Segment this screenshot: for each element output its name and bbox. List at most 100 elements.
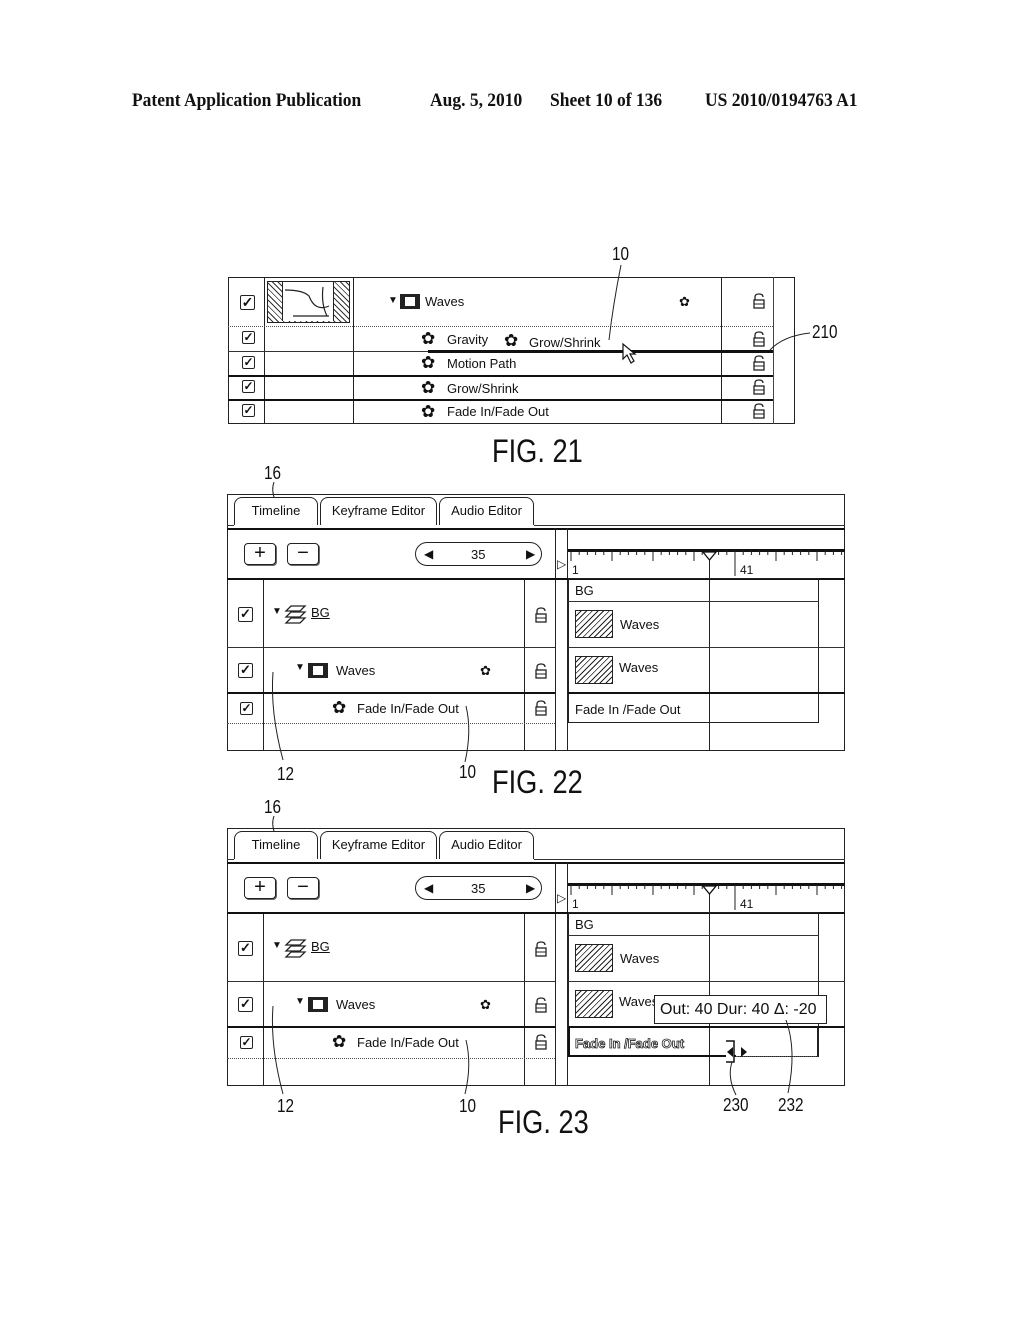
expand-icon[interactable]: ▼: [272, 607, 282, 617]
layer-label-bg[interactable]: BG: [311, 939, 330, 954]
col-divider: [263, 578, 264, 751]
trim-handle[interactable]: [724, 1040, 750, 1064]
trim-tooltip: Out: 40 Dur: 40 Δ: -20: [654, 995, 827, 1024]
ruler-label-41: 41: [740, 563, 754, 577]
track-label-fade[interactable]: Fade In /Fade Out: [575, 702, 681, 717]
behavior-label[interactable]: Motion Path: [447, 356, 516, 371]
track-label-bg[interactable]: BG: [575, 917, 594, 932]
tab-timeline[interactable]: Timeline: [234, 831, 318, 859]
visibility-checkbox[interactable]: ✓: [238, 663, 253, 678]
leader-line: [769, 332, 811, 351]
stepper-left-icon[interactable]: ◀: [424, 881, 433, 895]
frame-stepper[interactable]: ◀ 35 ▶: [415, 542, 542, 566]
track-label-bg[interactable]: BG: [575, 583, 594, 598]
leader-line: [729, 1061, 737, 1096]
add-button[interactable]: +: [244, 543, 276, 565]
fig21-row-divider: [228, 351, 428, 352]
reference-numeral-12: 12: [277, 764, 295, 784]
row-divider: [227, 647, 555, 648]
expand-icon[interactable]: ▼: [295, 997, 305, 1007]
clip-icon: [308, 997, 328, 1012]
layer-label[interactable]: Waves: [425, 294, 464, 309]
toolbar-divider: [227, 528, 845, 530]
track-divider: [568, 935, 819, 936]
track-label-fade[interactable]: Fade In /Fade Out: [575, 1036, 685, 1052]
tab-keyframe-editor[interactable]: Keyframe Editor: [320, 497, 437, 525]
lock-icon[interactable]: [535, 700, 547, 716]
dragged-behavior-label[interactable]: Grow/Shrink: [529, 335, 601, 350]
fig21-selected-row-bottom: [228, 399, 773, 401]
expand-icon[interactable]: ▼: [295, 663, 305, 673]
lock-icon[interactable]: [753, 379, 765, 395]
lock-icon[interactable]: [535, 1034, 547, 1050]
track-label-waves[interactable]: Waves: [619, 994, 658, 1009]
visibility-checkbox[interactable]: ✓: [240, 702, 253, 715]
col-divider: [524, 912, 525, 1086]
tab-timeline[interactable]: Timeline: [234, 497, 318, 525]
behavior-label[interactable]: Gravity: [447, 332, 488, 347]
layer-label-bg[interactable]: BG: [311, 605, 330, 620]
expand-icon[interactable]: ▼: [388, 296, 398, 306]
expand-icon[interactable]: ▼: [272, 941, 282, 951]
frame-stepper[interactable]: ◀ 35 ▶: [415, 876, 542, 900]
lock-icon[interactable]: [535, 607, 547, 623]
lock-icon[interactable]: [535, 663, 547, 679]
lock-icon[interactable]: [753, 331, 765, 347]
behavior-label[interactable]: Fade In/Fade Out: [357, 701, 459, 716]
tab-audio-editor[interactable]: Audio Editor: [439, 497, 534, 525]
splitter[interactable]: [555, 528, 556, 751]
track-label-waves[interactable]: Waves: [620, 617, 659, 632]
publication-title: Patent Application Publication: [132, 90, 362, 111]
behavior-label[interactable]: Fade In/Fade Out: [357, 1035, 459, 1050]
leader-line: [271, 1005, 284, 1095]
playhead-handle-icon[interactable]: [701, 551, 718, 562]
reference-numeral-12: 12: [277, 1096, 295, 1116]
reference-numeral-16: 16: [264, 463, 282, 483]
figure-label: FIG. 23: [498, 1104, 589, 1140]
visibility-checkbox[interactable]: ✓: [238, 941, 253, 956]
tab-baseline: [227, 859, 234, 860]
visibility-checkbox[interactable]: ✓: [242, 380, 255, 393]
track-label-waves[interactable]: Waves: [620, 951, 659, 966]
lock-icon[interactable]: [753, 403, 765, 419]
stepper-left-icon[interactable]: ◀: [424, 547, 433, 561]
thumbnail: [267, 281, 350, 323]
gear-icon: ✿: [421, 353, 436, 372]
tab-keyframe-editor[interactable]: Keyframe Editor: [320, 831, 437, 859]
tab-audio-editor[interactable]: Audio Editor: [439, 831, 534, 859]
ruler-start-marker-icon[interactable]: ▷: [557, 891, 566, 905]
splitter[interactable]: [555, 862, 556, 1086]
fig21-row-divider: [228, 326, 773, 327]
lock-icon[interactable]: [753, 355, 765, 371]
visibility-checkbox[interactable]: ✓: [242, 404, 255, 417]
remove-button[interactable]: −: [287, 543, 319, 565]
visibility-checkbox[interactable]: ✓: [240, 295, 255, 310]
ruler-start-marker-icon[interactable]: ▷: [557, 557, 566, 571]
playhead-handle-icon[interactable]: [701, 885, 718, 896]
lock-icon[interactable]: [535, 997, 547, 1013]
add-button[interactable]: +: [244, 877, 276, 899]
visibility-checkbox[interactable]: ✓: [242, 356, 255, 369]
lock-icon[interactable]: [535, 941, 547, 957]
col-divider: [263, 912, 264, 1086]
layer-label-waves[interactable]: Waves: [336, 997, 375, 1012]
clip-icon: [308, 663, 328, 678]
lock-icon[interactable]: [753, 293, 765, 309]
visibility-checkbox[interactable]: ✓: [238, 607, 253, 622]
reference-numeral-10: 10: [459, 762, 477, 782]
reference-numeral-16: 16: [264, 797, 282, 817]
behavior-label[interactable]: Fade In/Fade Out: [447, 404, 549, 419]
remove-button[interactable]: −: [287, 877, 319, 899]
track-label-waves[interactable]: Waves: [619, 660, 658, 675]
group-layers-icon: [284, 939, 307, 958]
stepper-right-icon[interactable]: ▶: [526, 547, 535, 561]
visibility-checkbox[interactable]: ✓: [242, 331, 255, 344]
visibility-checkbox[interactable]: ✓: [240, 1036, 253, 1049]
reference-numeral-230: 230: [723, 1095, 749, 1115]
tab-baseline: [227, 525, 234, 526]
behavior-label[interactable]: Grow/Shrink: [447, 381, 519, 396]
stepper-right-icon[interactable]: ▶: [526, 881, 535, 895]
layer-label-waves[interactable]: Waves: [336, 663, 375, 678]
visibility-checkbox[interactable]: ✓: [238, 997, 253, 1012]
group-layers-icon: [284, 605, 307, 624]
